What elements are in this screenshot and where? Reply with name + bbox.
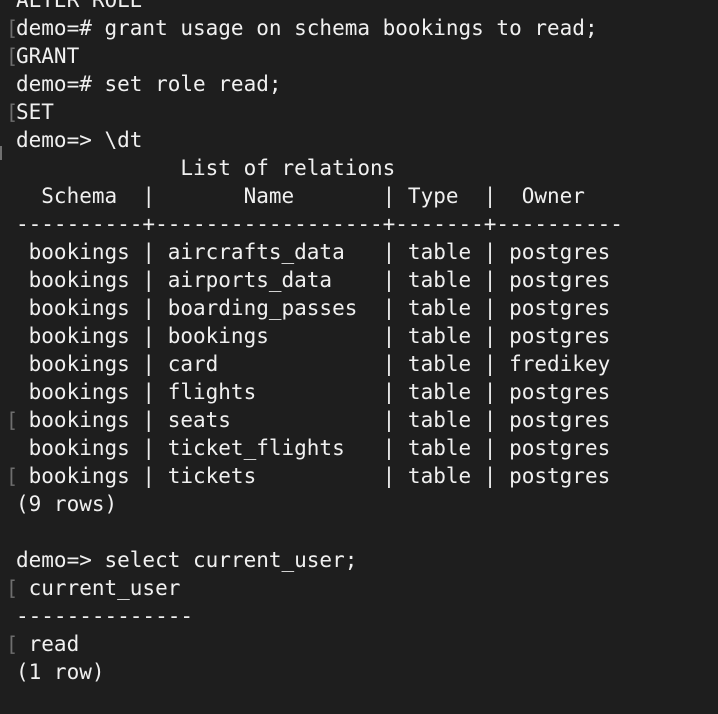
terminal-line: (9 rows)	[0, 490, 718, 518]
line-text: GRANT	[16, 44, 80, 68]
terminal-line: --------------	[0, 602, 718, 630]
line-text: bookings | seats | table | postgres	[16, 408, 611, 432]
terminal-line: bookings | boarding_passes | table | pos…	[0, 294, 718, 322]
terminal-line: ----------+------------------+-------+--…	[0, 210, 718, 238]
line-text: --------------	[16, 604, 194, 628]
line-marker: [	[6, 464, 19, 488]
line-text: List of relations	[16, 156, 396, 180]
line-text: ----------+------------------+-------+--…	[16, 212, 623, 236]
line-text: bookings | tickets | table | postgres	[16, 464, 611, 488]
line-text: demo=> \dt	[16, 128, 143, 152]
terminal-line: bookings | ticket_flights | table | post…	[0, 434, 718, 462]
terminal-line: [SET	[0, 98, 718, 126]
terminal-line: demo=> \dt	[0, 126, 718, 154]
line-text: bookings | bookings | table | postgres	[16, 324, 611, 348]
terminal-line: [ bookings | seats | table | postgres	[0, 406, 718, 434]
line-text: SET	[16, 100, 54, 124]
line-text: bookings | flights | table | postgres	[16, 380, 611, 404]
line-text: current_user	[16, 576, 181, 600]
terminal-line: bookings | airports_data | table | postg…	[0, 266, 718, 294]
line-text: bookings | ticket_flights | table | post…	[16, 436, 611, 460]
terminal-line: List of relations	[0, 154, 718, 182]
line-text: ALTER ROLE	[16, 0, 143, 12]
line-text: (9 rows)	[16, 492, 118, 516]
terminal-line: [demo=# grant usage on schema bookings t…	[0, 14, 718, 42]
line-text: demo=# grant usage on schema bookings to…	[16, 16, 598, 40]
terminal-line: bookings | aircrafts_data | table | post…	[0, 238, 718, 266]
line-text: bookings | aircrafts_data | table | post…	[16, 240, 611, 264]
terminal-line: ALTER ROLE	[0, 0, 718, 14]
terminal-line: bookings | flights | table | postgres	[0, 378, 718, 406]
terminal-output[interactable]: ALTER ROLE [demo=# grant usage on schema…	[0, 0, 718, 714]
line-text: demo=> select current_user;	[16, 548, 358, 572]
line-text: bookings | card | table | fredikey	[16, 352, 611, 376]
terminal-line: [ bookings | tickets | table | postgres	[0, 462, 718, 490]
line-text: bookings | boarding_passes | table | pos…	[16, 296, 611, 320]
terminal-line: [ read	[0, 630, 718, 658]
window-edge-marker	[0, 146, 2, 160]
terminal-line: demo=> select current_user;	[0, 546, 718, 574]
line-text: read	[16, 632, 80, 656]
line-text: demo=# set role read;	[16, 72, 282, 96]
line-marker: [	[6, 16, 19, 40]
terminal-line: demo=# set role read;	[0, 70, 718, 98]
line-marker: [	[6, 44, 19, 68]
line-text: (1 row)	[16, 660, 105, 684]
terminal-line: [ current_user	[0, 574, 718, 602]
terminal-line: Schema | Name | Type | Owner	[0, 182, 718, 210]
line-marker: [	[6, 100, 19, 124]
terminal-line: [GRANT	[0, 42, 718, 70]
line-marker: [	[6, 632, 19, 656]
line-marker: [	[6, 576, 19, 600]
line-text: Schema | Name | Type | Owner	[16, 184, 585, 208]
line-text: bookings | airports_data | table | postg…	[16, 268, 611, 292]
terminal-line: bookings | bookings | table | postgres	[0, 322, 718, 350]
line-marker: [	[6, 408, 19, 432]
terminal-line: (1 row)	[0, 658, 718, 686]
terminal-line: bookings | card | table | fredikey	[0, 350, 718, 378]
